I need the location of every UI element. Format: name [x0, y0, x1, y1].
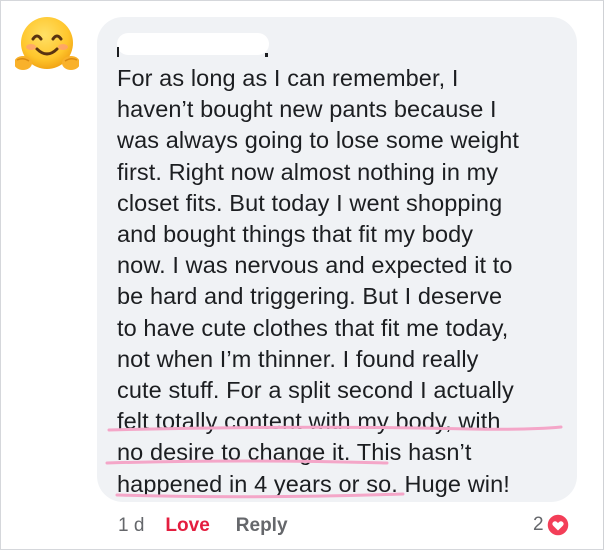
- reply-button[interactable]: Reply: [236, 515, 288, 537]
- comment-text-line: haven’t bought new pants because I: [117, 96, 497, 123]
- heart-reaction-icon: [545, 513, 570, 537]
- comment-frame: For as long as I can remember, I haven’t…: [0, 0, 604, 550]
- comment-text: For as long as I can remember, I haven’t…: [117, 63, 569, 500]
- reaction-count: 2: [533, 514, 544, 535]
- comment-actions: 1 d Love Reply: [118, 513, 288, 539]
- comment-text-line: be hard and triggering. But I deserve: [117, 283, 503, 310]
- comment-text-line: happened in 4 years or so. Huge win!: [117, 470, 510, 497]
- comment-text-line: no desire to change it. This hasn’t: [117, 439, 472, 466]
- love-reaction-button[interactable]: Love: [165, 515, 209, 537]
- comment-text-line: and bought things that fit my body: [117, 221, 474, 248]
- timestamp[interactable]: 1 d: [118, 515, 144, 537]
- reaction-summary[interactable]: 2: [533, 511, 570, 539]
- comment-text-line: closet fits. But today I went shopping: [117, 189, 503, 216]
- author-name[interactable]: [117, 31, 277, 57]
- comment-text-line: not when I’m thinner. I found really: [117, 345, 479, 372]
- comment-text-line: For as long as I can remember, I: [117, 65, 459, 91]
- comment-text-line: felt totally content with my body, with: [117, 408, 501, 435]
- comment-text-line: to have cute clothes that fit me today,: [117, 314, 509, 341]
- comment-bubble: For as long as I can remember, I haven’t…: [97, 17, 577, 502]
- comment-text-line: first. Right now almost nothing in my: [117, 158, 499, 185]
- author-name-redaction: [117, 33, 269, 55]
- comment-text-line: now. I was nervous and expected it to: [117, 252, 513, 279]
- author-name-fragment: [117, 47, 119, 57]
- author-name-fragment: [265, 53, 268, 57]
- comment-text-line: cute stuff. For a split second I actuall…: [117, 377, 514, 404]
- comment-text-line: was always going to lose some weight: [117, 127, 519, 154]
- hugging-face-emoji-icon[interactable]: [14, 13, 80, 77]
